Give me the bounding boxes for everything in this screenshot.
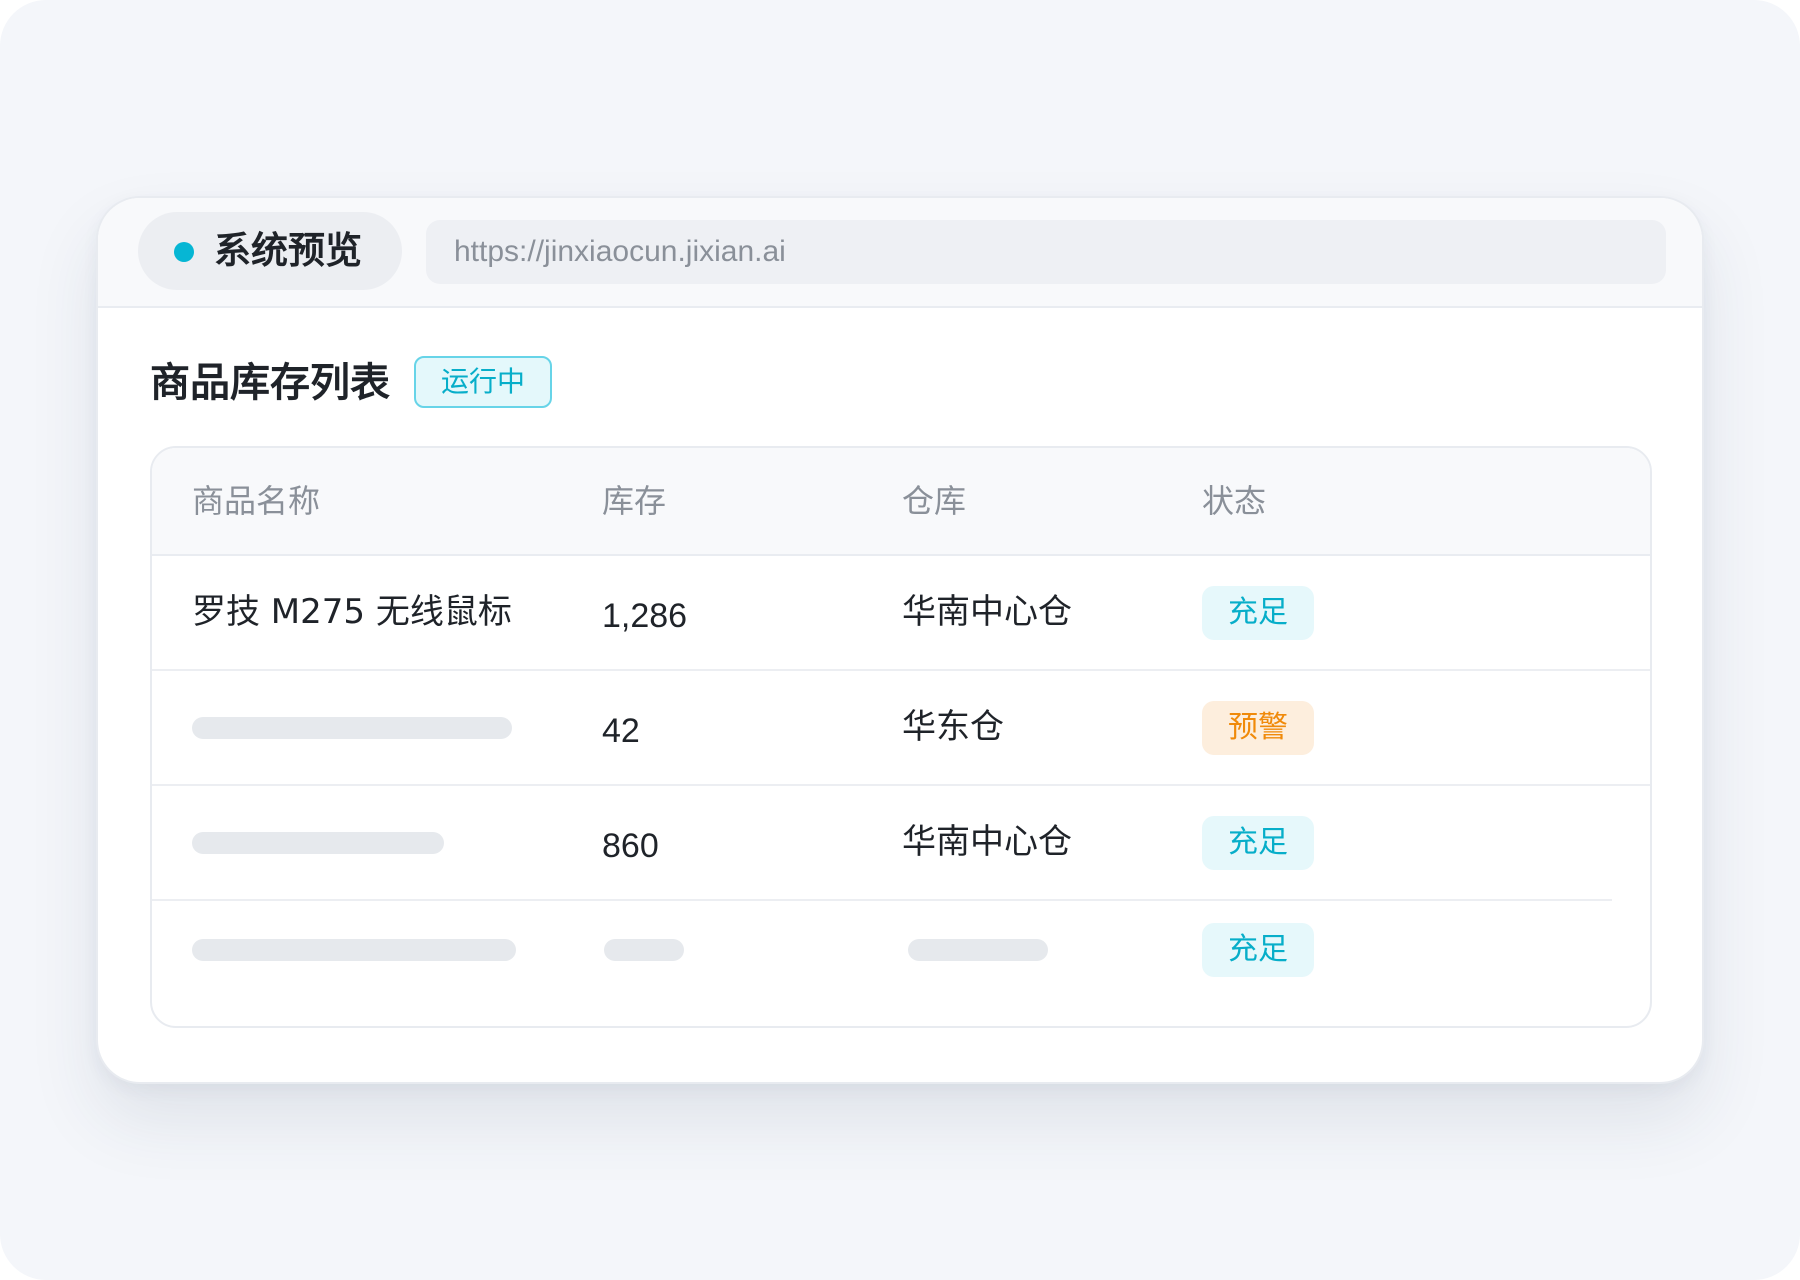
stock-cell: 42: [602, 712, 640, 750]
table-row[interactable]: 860 华南中心仓 充足: [152, 786, 1650, 901]
stock-status-badge: 充足: [1202, 816, 1314, 870]
product-name-placeholder: [192, 832, 444, 854]
product-name-placeholder: [192, 717, 512, 739]
column-header-status: 状态: [1202, 482, 1267, 520]
table-row[interactable]: 充足: [152, 901, 1650, 1016]
warehouse-placeholder: [908, 939, 1048, 961]
table-row[interactable]: 42 华东仓 预警: [152, 671, 1650, 786]
page-title: 商品库存列表: [150, 360, 390, 406]
stock-status-badge: 充足: [1202, 586, 1314, 640]
stock-status-badge: 充足: [1202, 923, 1314, 977]
table-row[interactable]: 罗技 M275 无线鼠标 1,286 华南中心仓 充足: [152, 556, 1650, 671]
stock-cell: 860: [602, 827, 659, 865]
product-name-cell: 罗技 M275 无线鼠标: [192, 592, 512, 632]
browser-toolbar: 系统预览 https://jinxiaocun.jixian.ai: [98, 198, 1702, 308]
status-dot-icon: [174, 242, 194, 262]
column-header-stock: 库存: [602, 482, 667, 520]
table-header: 商品名称 库存 仓库 状态: [152, 448, 1650, 556]
running-status-badge: 运行中: [414, 356, 552, 408]
column-header-name: 商品名称: [192, 482, 321, 520]
preview-window: 系统预览 https://jinxiaocun.jixian.ai 商品库存列表…: [96, 196, 1704, 1084]
system-preview-label: 系统预览: [214, 229, 362, 272]
column-header-warehouse: 仓库: [902, 482, 967, 520]
warehouse-cell: 华南中心仓: [902, 822, 1072, 862]
address-bar[interactable]: https://jinxiaocun.jixian.ai: [426, 220, 1666, 284]
stock-status-badge: 预警: [1202, 701, 1314, 755]
warehouse-cell: 华南中心仓: [902, 592, 1072, 632]
inventory-table: 商品名称 库存 仓库 状态 罗技 M275 无线鼠标 1,286 华南中心仓 充…: [150, 446, 1652, 1028]
warehouse-cell: 华东仓: [902, 707, 1004, 747]
stock-cell: 1,286: [602, 597, 688, 635]
system-preview-tab[interactable]: 系统预览: [138, 212, 402, 290]
product-name-placeholder: [192, 939, 516, 961]
address-bar-url: https://jinxiaocun.jixian.ai: [454, 235, 786, 268]
stock-placeholder: [604, 939, 684, 961]
background-canvas: 系统预览 https://jinxiaocun.jixian.ai 商品库存列表…: [0, 0, 1800, 1280]
